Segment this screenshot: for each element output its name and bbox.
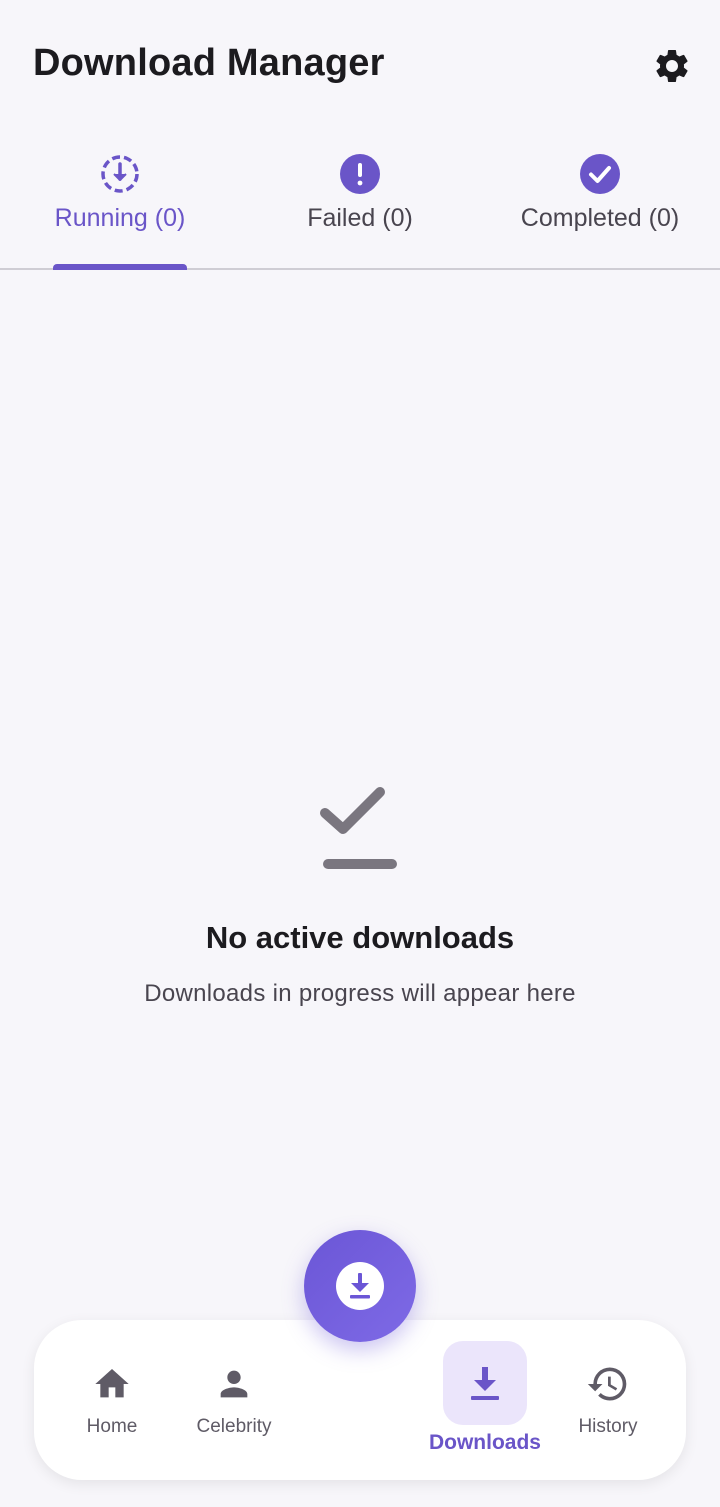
nav-item-home[interactable]: Home [72,1320,152,1480]
tab-failed-label: Failed (0) [307,204,413,232]
empty-state-title: No active downloads [205,920,515,955]
page-title: Download Manager [33,42,385,84]
history-icon [584,1364,632,1404]
bottom-navigation: Home Celebrity Downloads History [34,1320,686,1480]
settings-button[interactable] [648,42,696,90]
home-icon [88,1364,136,1404]
app-header: Download Manager [0,0,720,132]
check-circle-icon [578,152,622,196]
nav-item-label: Celebrity [196,1416,272,1437]
nav-item-history[interactable]: History [564,1320,652,1480]
active-tab-indicator [53,264,187,270]
tab-running-label: Running (0) [54,204,186,232]
download-icon [471,1367,499,1400]
gear-icon [656,49,688,82]
tab-completed[interactable]: Completed (0) [480,132,720,268]
nav-item-label: Home [86,1416,138,1437]
tab-completed-label: Completed (0) [520,204,680,232]
tab-failed[interactable]: Failed (0) [240,132,480,268]
alert-circle-icon [338,152,382,196]
download-done-icon [320,787,397,869]
download-tabs: Running (0) Failed (0) Completed (0) [0,132,720,270]
active-pill [443,1341,527,1425]
empty-state: No active downloads Downloads in progres… [0,780,720,1008]
download-circle-icon [98,152,142,196]
nav-item-label: Downloads [428,1431,541,1454]
nav-item-downloads[interactable]: Downloads [420,1320,550,1480]
nav-item-label: History [578,1416,638,1437]
person-icon [210,1364,258,1404]
tab-running[interactable]: Running (0) [0,132,240,268]
download-manager-screen: Download Manager Running (0) Failed (0) … [0,0,720,1507]
empty-state-subtitle: Downloads in progress will appear here [144,980,576,1007]
download-fab[interactable] [304,1230,416,1342]
download-circle-icon [336,1262,384,1310]
nav-item-celebrity[interactable]: Celebrity [184,1320,284,1480]
